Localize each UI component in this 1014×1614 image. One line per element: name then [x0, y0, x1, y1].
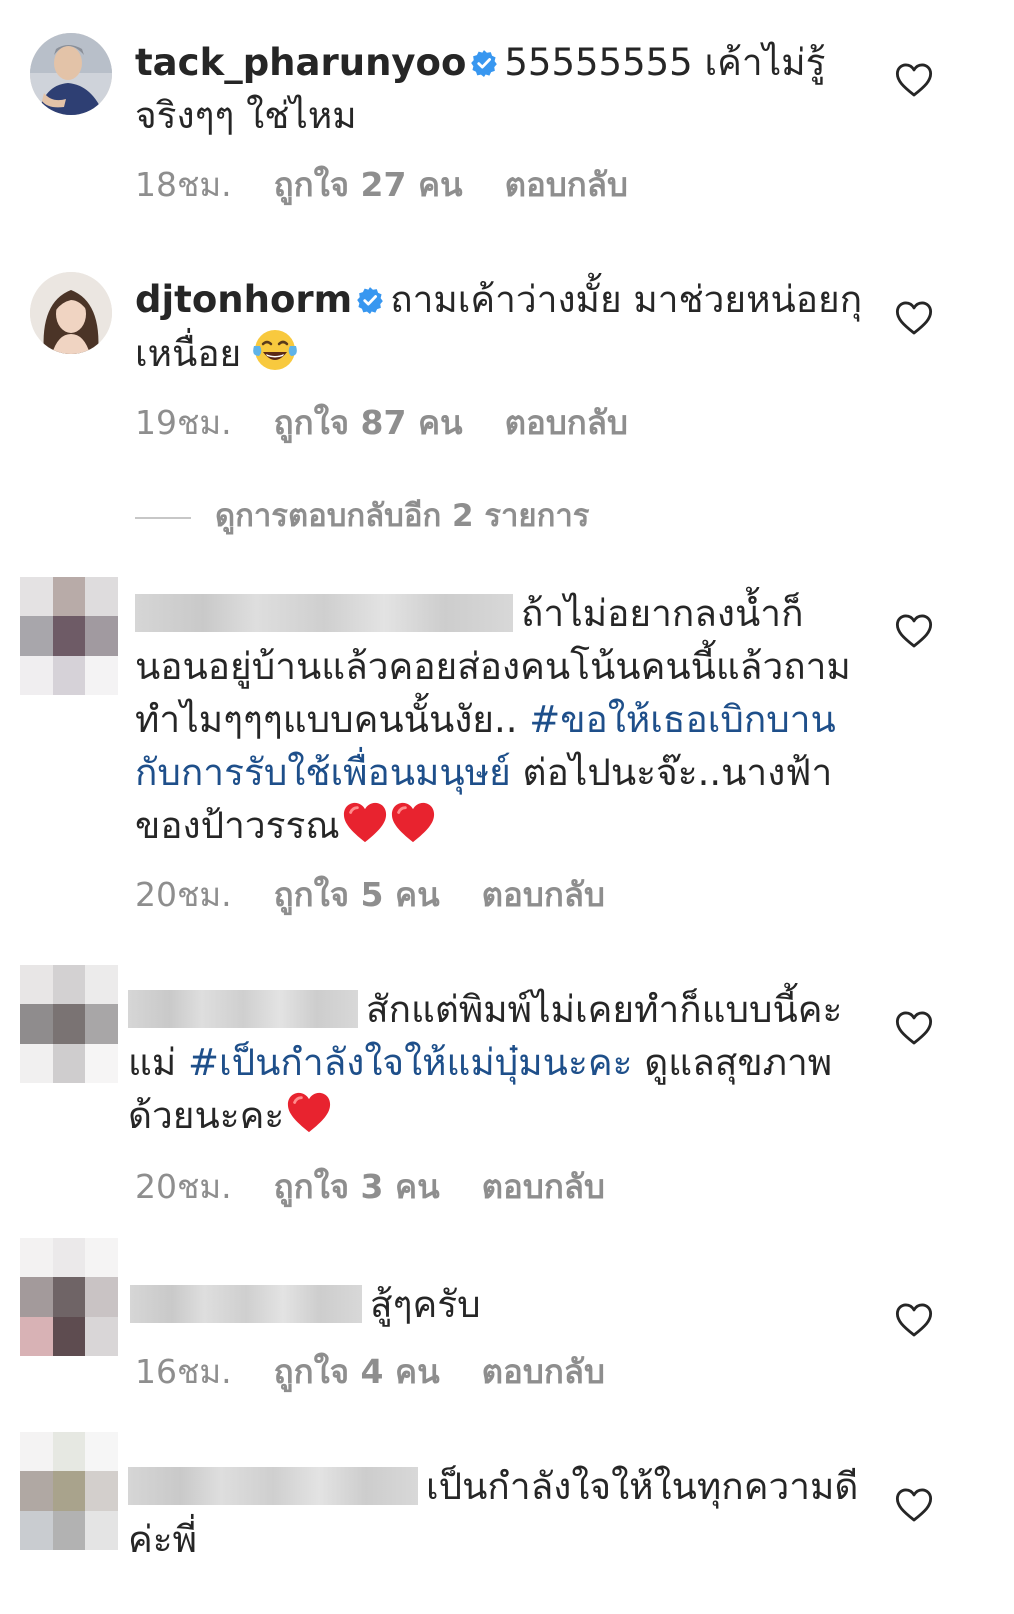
comment-meta: 19ชม. ถูกใจ 87 คน ตอบกลับ	[135, 396, 628, 449]
comment-likes-count[interactable]: ถูกใจ 27 คน	[274, 158, 463, 211]
comment-text: เป็นกำลังใจให้ในทุกความดีค่ะพี่	[128, 1460, 863, 1566]
view-replies-button[interactable]: ดูการตอบกลับอีก 2 รายการ	[135, 490, 589, 540]
comment-timestamp: 20ชม.	[135, 1167, 232, 1206]
comment-meta: 20ชม. ถูกใจ 5 คน ตอบกลับ	[135, 868, 605, 921]
comment-likes-count[interactable]: ถูกใจ 5 คน	[274, 868, 440, 921]
verified-badge-icon	[471, 50, 498, 77]
blurred-username[interactable]	[128, 990, 358, 1028]
comment-body: สู้ๆครับ	[370, 1283, 481, 1326]
comment-likes-count[interactable]: ถูกใจ 4 คน	[274, 1345, 440, 1398]
comment-likes-count[interactable]: ถูกใจ 3 คน	[274, 1160, 440, 1213]
red-heart-icon	[391, 802, 434, 843]
avatar-blurred[interactable]	[20, 577, 118, 695]
comment-text: สักแต่พิมพ์ไม่เคยทำก็แบบนี้คะแม่ #เป็นกำ…	[128, 983, 863, 1142]
comment-likes-count[interactable]: ถูกใจ 87 คน	[274, 396, 463, 449]
heart-outline-icon[interactable]	[895, 300, 933, 336]
red-heart-icon	[343, 802, 386, 843]
comment-text: tack_pharunyoo 55555555 เค้าไม่รู้จริงๆๆ …	[135, 36, 865, 142]
reply-button[interactable]: ตอบกลับ	[505, 396, 628, 449]
view-replies-divider	[135, 516, 191, 519]
comment-meta: 20ชม. ถูกใจ 3 คน ตอบกลับ	[135, 1160, 605, 1213]
comment-timestamp: 19ชม.	[135, 403, 232, 442]
view-replies-label: ดูการตอบกลับอีก 2 รายการ	[215, 498, 590, 534]
avatar-blurred[interactable]	[20, 965, 118, 1083]
comment-timestamp: 20ชม.	[135, 875, 232, 914]
comment-timestamp: 18ชม.	[135, 165, 232, 204]
comment-username[interactable]: tack_pharunyoo	[135, 41, 466, 84]
reply-button[interactable]: ตอบกลับ	[505, 158, 628, 211]
blurred-username[interactable]	[128, 1467, 418, 1505]
verified-badge-icon	[357, 287, 384, 314]
comment-timestamp: 16ชม.	[135, 1352, 232, 1391]
avatar[interactable]	[30, 272, 112, 354]
comment-username[interactable]: djtonhorm	[135, 278, 352, 321]
heart-outline-icon[interactable]	[895, 1302, 933, 1338]
heart-outline-icon[interactable]	[895, 1487, 933, 1523]
avatar-blurred[interactable]	[20, 1238, 118, 1356]
reply-button[interactable]: ตอบกลับ	[482, 1160, 605, 1213]
avatar-photo	[30, 33, 112, 115]
avatar-photo	[30, 272, 112, 354]
reply-button[interactable]: ตอบกลับ	[482, 868, 605, 921]
heart-outline-icon[interactable]	[895, 1010, 933, 1046]
heart-outline-icon[interactable]	[895, 62, 933, 98]
heart-outline-icon[interactable]	[895, 613, 933, 649]
comment-text: djtonhorm ถามเค้าว่างมั้ย มาช่วยหน่อยกุเห…	[135, 273, 865, 380]
blurred-username[interactable]	[135, 594, 513, 632]
comment-meta: 18ชม. ถูกใจ 27 คน ตอบกลับ	[135, 158, 628, 211]
reply-button[interactable]: ตอบกลับ	[482, 1345, 605, 1398]
hashtag-link[interactable]: #เป็นกำลังใจให้แม่บุ๋มนะคะ	[188, 1041, 632, 1084]
comment-meta: 16ชม. ถูกใจ 4 คน ตอบกลับ	[135, 1345, 605, 1398]
avatar-blurred[interactable]	[20, 1432, 118, 1550]
red-heart-icon	[288, 1092, 331, 1133]
avatar[interactable]	[30, 33, 112, 115]
blurred-username[interactable]	[130, 1285, 362, 1323]
comment-text: สู้ๆครับ	[130, 1278, 860, 1331]
face-with-tears-of-joy-icon	[253, 330, 298, 370]
comment-text: ถ้าไม่อยากลงน้ำก็นอนอยู่บ้านแล้วคอยส่องค…	[135, 587, 865, 852]
